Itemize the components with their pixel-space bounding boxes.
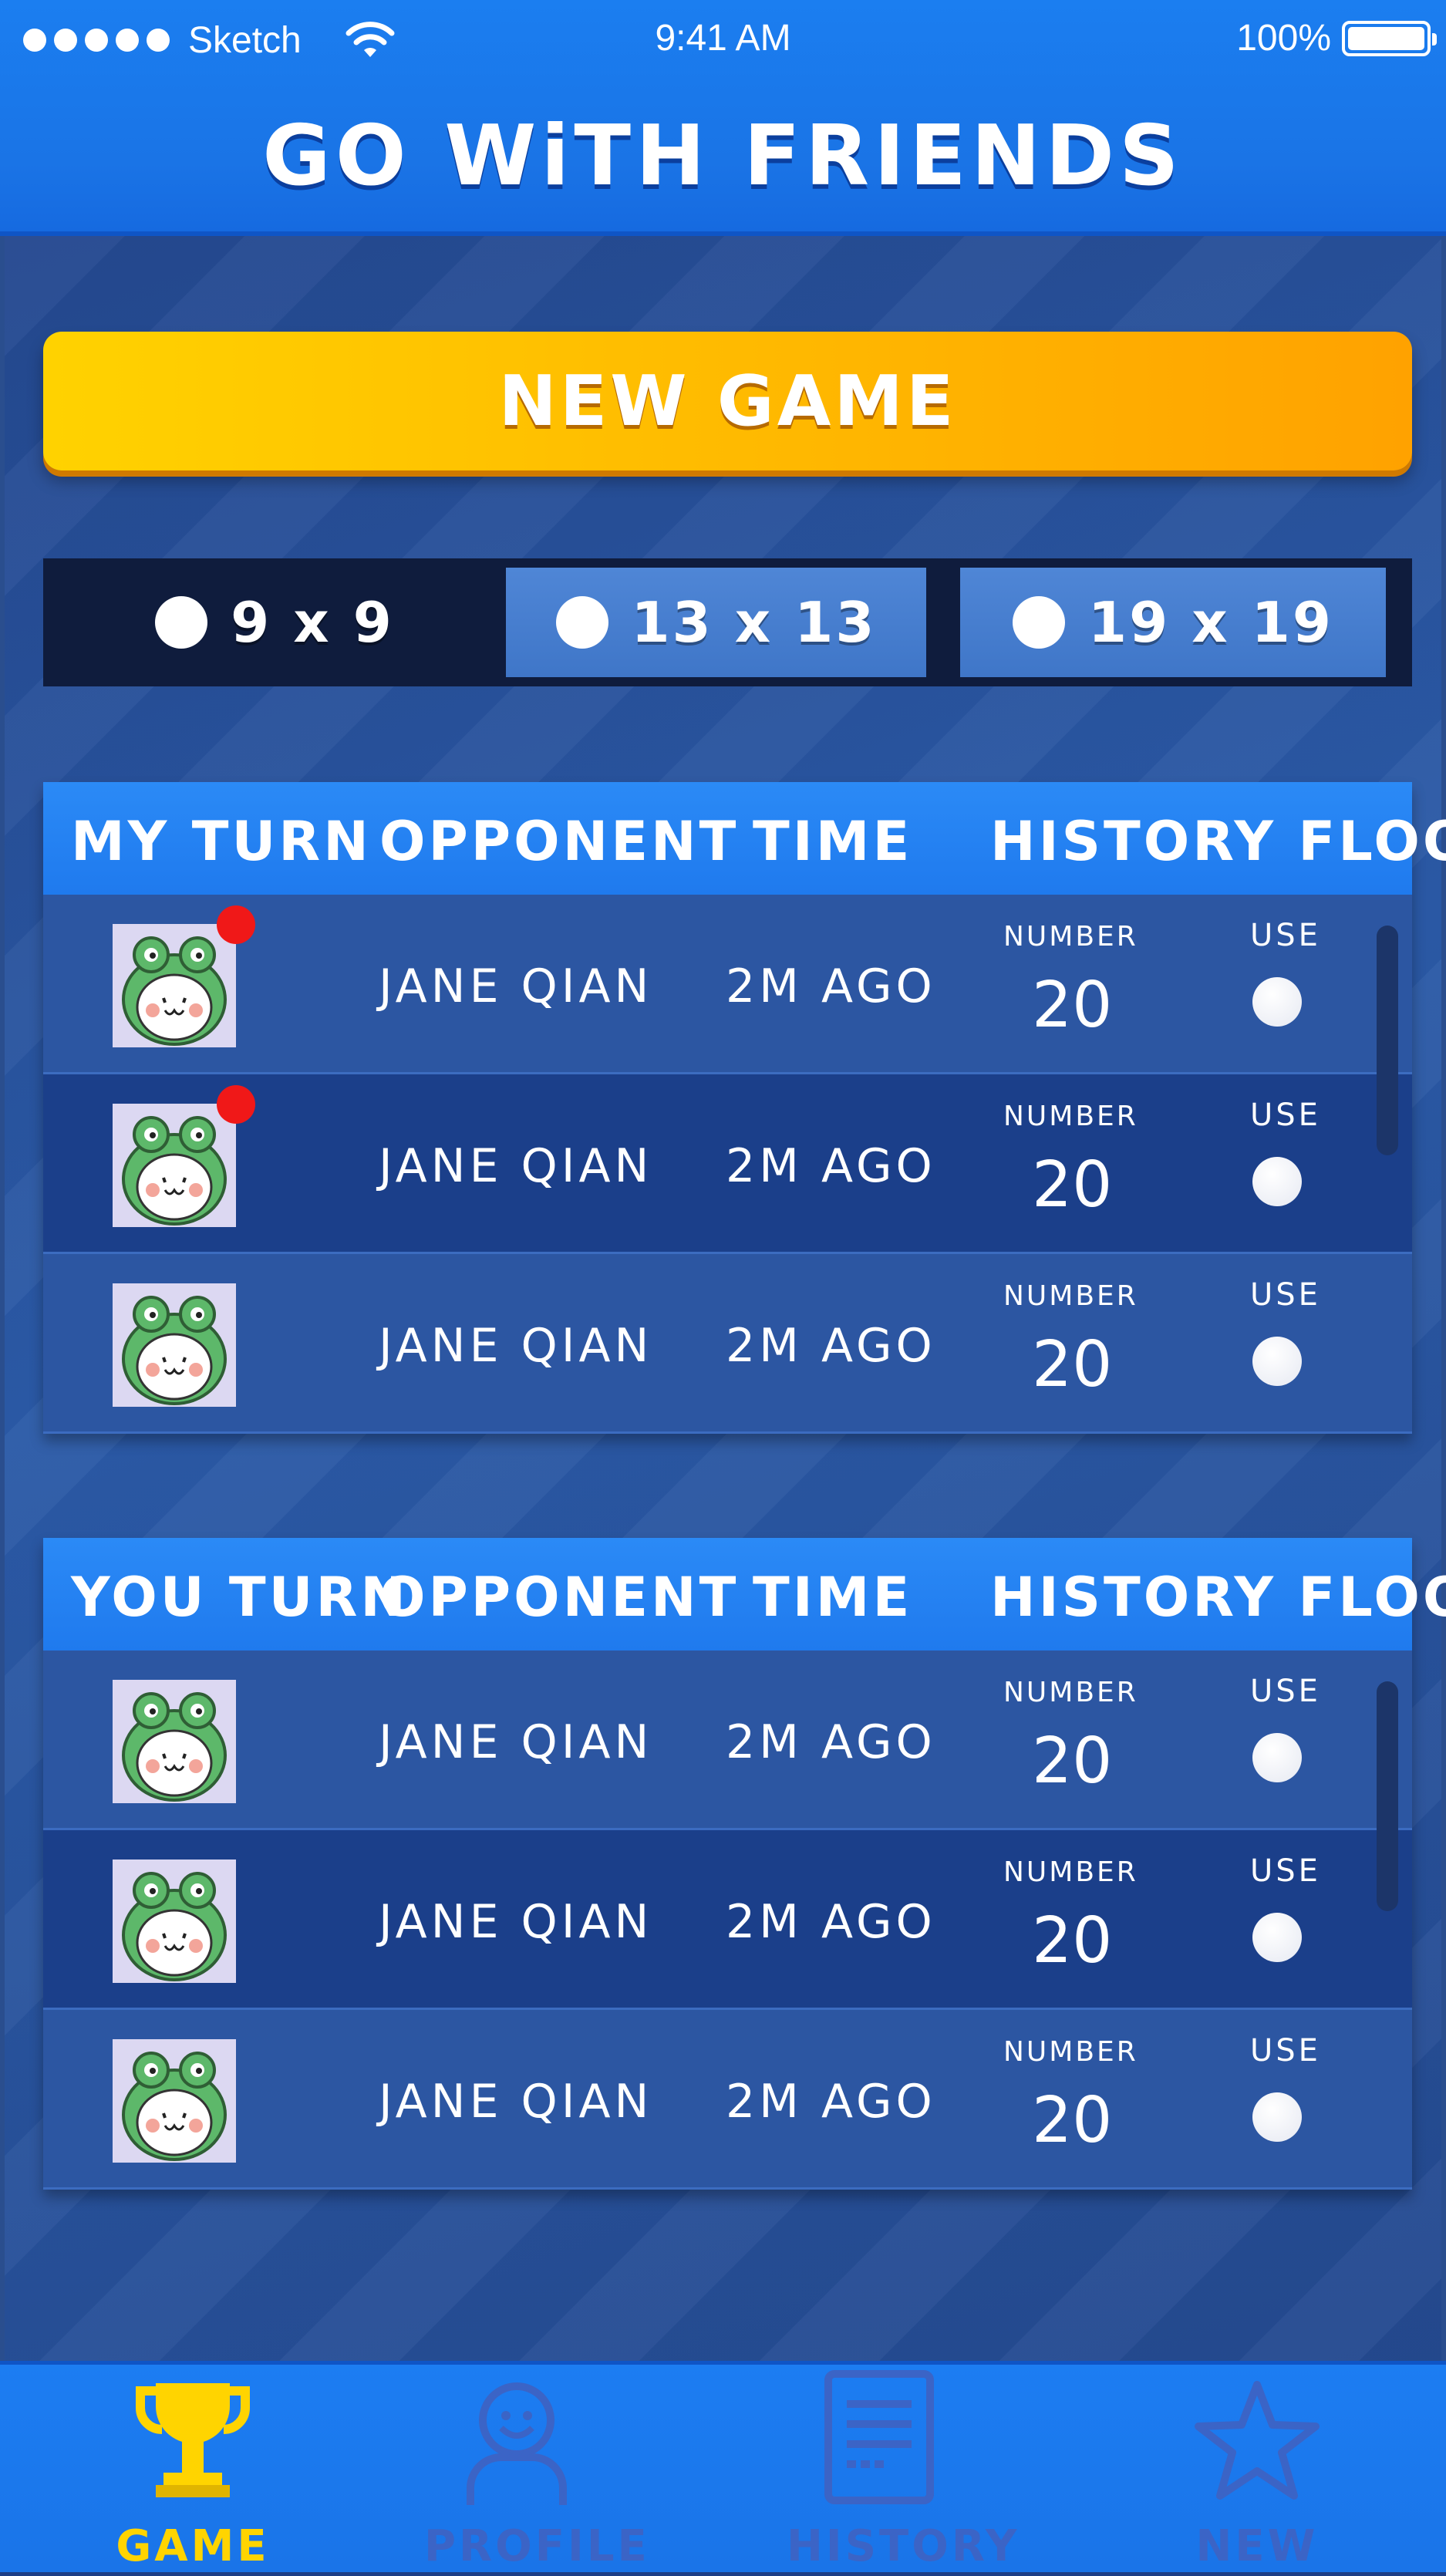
board-size-13x13[interactable]: 13 x 13 <box>506 568 926 677</box>
battery-group: 100% <box>1236 17 1437 59</box>
number-value: 20 <box>1032 1904 1113 1978</box>
bottom-nav: GAME PROFILE HISTORY NEW <box>0 2361 1446 2572</box>
board-size-19x19[interactable]: 19 x 19 <box>960 568 1386 677</box>
header-time: TIME <box>753 810 913 873</box>
you-turn-table: YOU TURN OPPONENT TIME HISTORY FLOOR <box>43 1538 1446 2190</box>
new-game-button[interactable]: NEW GAME <box>43 332 1412 470</box>
board-size-label: 19 x 19 <box>1088 590 1333 655</box>
use-label: USE <box>1250 2033 1321 2069</box>
header-time: TIME <box>753 1566 913 1629</box>
scrollbar[interactable] <box>1377 1681 1398 1911</box>
number-label: NUMBER <box>1003 1677 1138 1708</box>
radio-icon <box>1013 596 1066 649</box>
row-time: 2M AGO <box>726 959 936 1013</box>
nav-tab-game[interactable]: GAME <box>116 2365 270 2576</box>
avatar <box>113 1104 236 1227</box>
use-radio[interactable] <box>1252 2092 1302 2142</box>
use-label: USE <box>1250 1674 1321 1709</box>
number-value: 20 <box>1032 1328 1113 1401</box>
app-screen: Sketch 9:41 AM 100% GO WiTH FRIENDS NEW … <box>0 0 1446 2572</box>
avatar <box>113 1860 236 1983</box>
my-turn-table: MY TURN OPPONENT TIME HISTORY FLOOR <box>43 782 1446 1434</box>
number-label: NUMBER <box>1003 1856 1138 1888</box>
header-history: HISTORY FLOOR <box>990 1566 1446 1629</box>
row-time: 2M AGO <box>726 1319 936 1373</box>
header-turn: YOU TURN <box>71 1566 409 1629</box>
notification-dot <box>217 905 255 944</box>
use-radio[interactable] <box>1252 1913 1302 1962</box>
notification-dot <box>217 1085 255 1124</box>
app-title: GO WiTH FRIENDS <box>262 108 1184 204</box>
status-time: 9:41 AM <box>655 18 791 59</box>
nav-tab-new[interactable]: NEW <box>1180 2365 1334 2576</box>
table-header: YOU TURN OPPONENT TIME HISTORY FLOOR <box>43 1538 1446 1650</box>
trophy-icon <box>136 2383 250 2497</box>
table-row[interactable]: JANE QIAN 2M AGO NUMBER 20 USE <box>43 895 1412 1074</box>
scrollbar[interactable] <box>1377 926 1398 1155</box>
number-label: NUMBER <box>1003 2036 1138 2068</box>
star-icon <box>1195 2381 1320 2500</box>
header-history: HISTORY FLOOR <box>990 810 1446 873</box>
row-time: 2M AGO <box>726 1895 936 1949</box>
use-label: USE <box>1250 1277 1321 1313</box>
nav-tab-history[interactable]: HISTORY <box>787 2365 1020 2576</box>
avatar <box>113 924 236 1047</box>
status-bar: Sketch 9:41 AM 100% <box>0 0 1446 77</box>
row-time: 2M AGO <box>726 1139 936 1193</box>
number-value: 20 <box>1032 1148 1113 1222</box>
use-radio[interactable] <box>1252 1157 1302 1206</box>
opponent-name: JANE QIAN <box>379 2075 653 2129</box>
board-size-label: 13 x 13 <box>631 590 877 655</box>
history-document-icon <box>824 2370 934 2504</box>
table-row[interactable]: JANE QIAN 2M AGO NUMBER 20 USE <box>43 1254 1412 1434</box>
use-label: USE <box>1250 1097 1321 1133</box>
table-row[interactable]: JANE QIAN 2M AGO NUMBER 20 USE <box>43 1650 1412 1830</box>
board-size-selector: 9 x 9 13 x 13 19 x 19 <box>43 558 1412 686</box>
nav-tab-profile[interactable]: PROFILE <box>424 2365 650 2576</box>
table-row[interactable]: JANE QIAN 2M AGO NUMBER 20 USE <box>43 1074 1412 1254</box>
nav-label: GAME <box>116 2521 270 2571</box>
number-label: NUMBER <box>1003 1101 1138 1132</box>
nav-label: PROFILE <box>424 2521 650 2571</box>
battery-icon <box>1342 20 1437 56</box>
row-time: 2M AGO <box>726 1715 936 1769</box>
table-header: MY TURN OPPONENT TIME HISTORY FLOOR <box>43 782 1446 895</box>
number-label: NUMBER <box>1003 921 1138 953</box>
number-label: NUMBER <box>1003 1280 1138 1312</box>
main-panel: NEW GAME 9 x 9 13 x 13 19 x 19 MY TURN O… <box>0 236 1446 2361</box>
nav-label: NEW <box>1195 2521 1319 2571</box>
number-value: 20 <box>1032 969 1113 1042</box>
radio-icon <box>155 596 208 649</box>
table-row[interactable]: JANE QIAN 2M AGO NUMBER 20 USE <box>43 1830 1412 2010</box>
table-rows: JANE QIAN 2M AGO NUMBER 20 USE JANE QIAN… <box>43 1650 1412 2190</box>
table-rows: JANE QIAN 2M AGO NUMBER 20 USE JANE QIAN… <box>43 895 1412 1434</box>
header-opponent: OPPONENT <box>379 1566 740 1629</box>
number-value: 20 <box>1032 2084 1113 2157</box>
board-size-label: 9 x 9 <box>231 590 394 655</box>
opponent-name: JANE QIAN <box>379 959 653 1013</box>
header-bar: Sketch 9:41 AM 100% GO WiTH FRIENDS <box>0 0 1446 236</box>
radio-icon <box>555 596 608 649</box>
use-radio[interactable] <box>1252 1733 1302 1782</box>
opponent-name: JANE QIAN <box>379 1895 653 1949</box>
opponent-name: JANE QIAN <box>379 1319 653 1373</box>
row-time: 2M AGO <box>726 2075 936 2129</box>
nav-label: HISTORY <box>787 2521 1020 2571</box>
avatar <box>113 1283 236 1407</box>
use-radio[interactable] <box>1252 1337 1302 1386</box>
table-row[interactable]: JANE QIAN 2M AGO NUMBER 20 USE <box>43 2010 1412 2190</box>
opponent-name: JANE QIAN <box>379 1139 653 1193</box>
header-opponent: OPPONENT <box>379 810 740 873</box>
avatar <box>113 2039 236 2163</box>
profile-icon <box>467 2382 567 2505</box>
use-label: USE <box>1250 1853 1321 1889</box>
opponent-name: JANE QIAN <box>379 1715 653 1769</box>
header-turn: MY TURN <box>71 810 372 873</box>
avatar <box>113 1680 236 1803</box>
battery-percent: 100% <box>1236 18 1331 59</box>
board-size-9x9[interactable]: 9 x 9 <box>43 568 506 677</box>
use-label: USE <box>1250 918 1321 953</box>
use-radio[interactable] <box>1252 977 1302 1027</box>
number-value: 20 <box>1032 1725 1113 1798</box>
